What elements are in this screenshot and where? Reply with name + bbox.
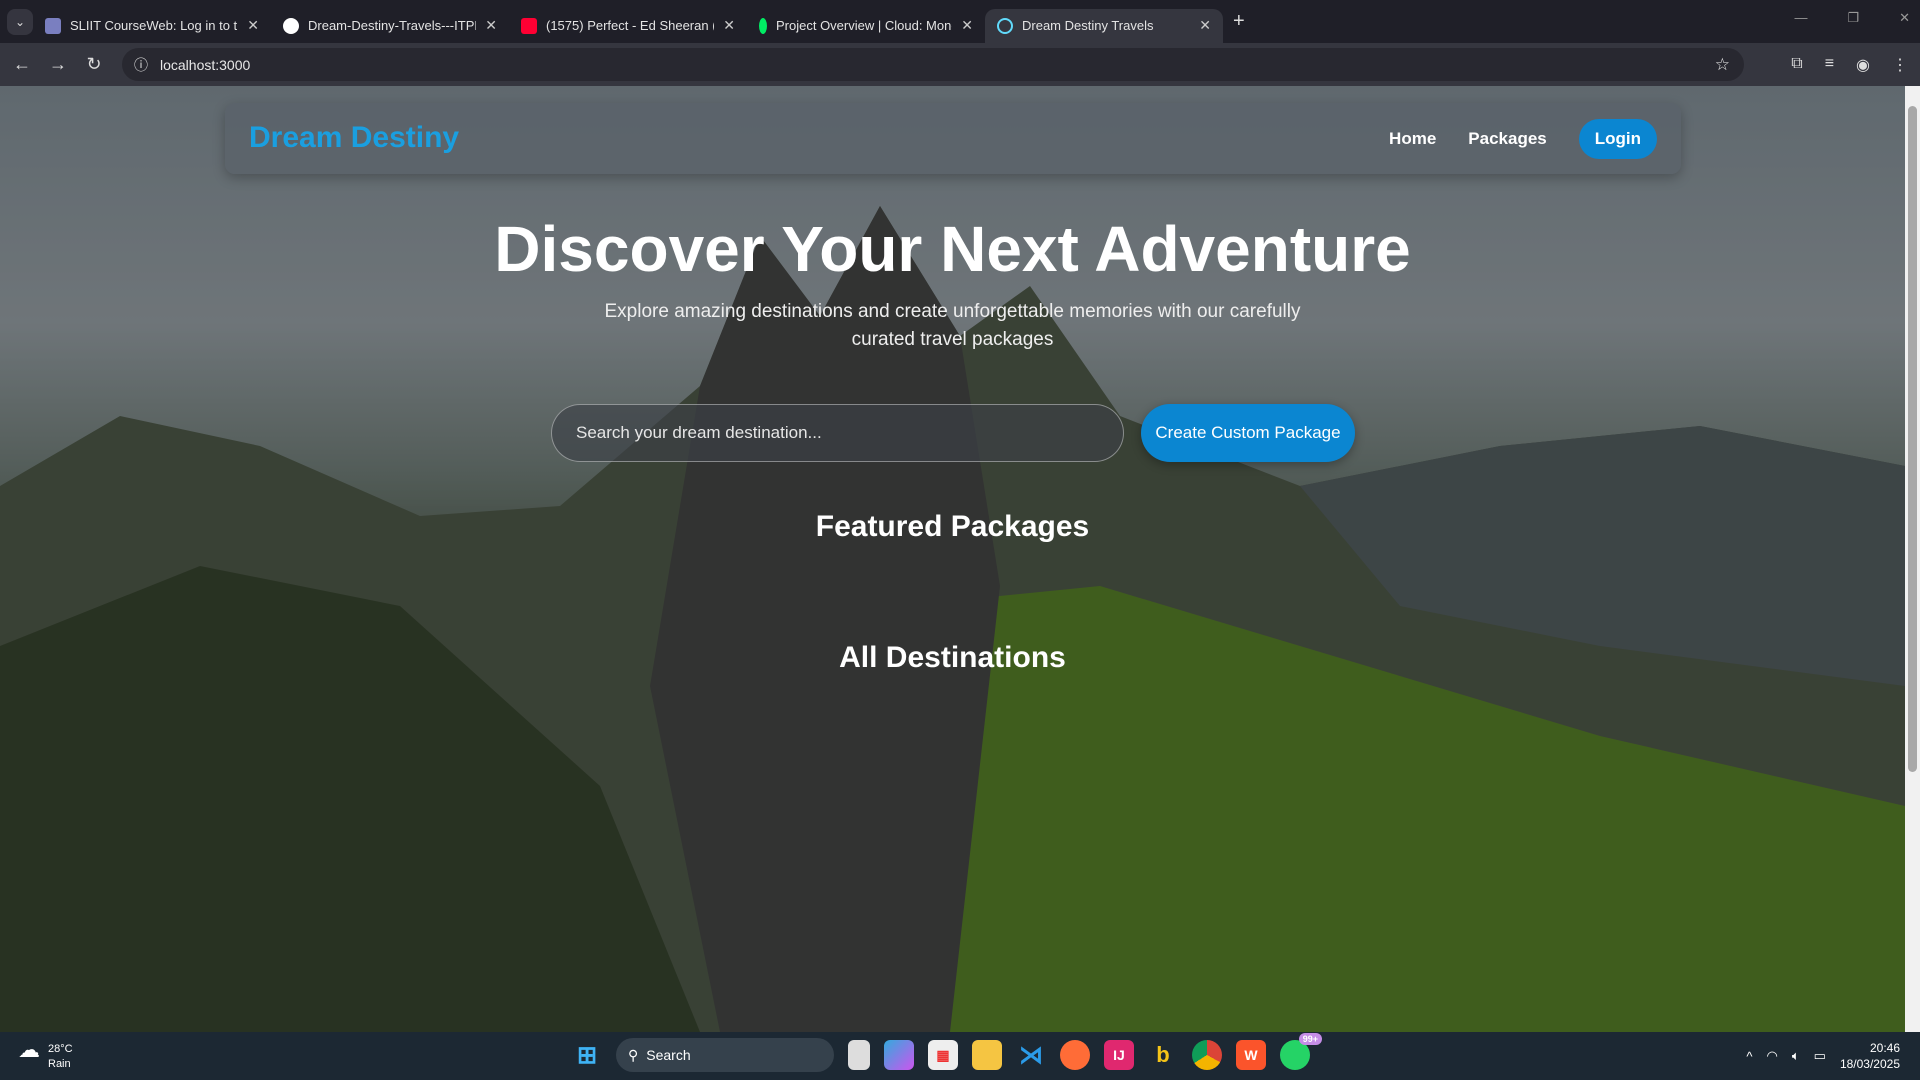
url-text: localhost:3000 — [160, 56, 251, 73]
reload-icon[interactable]: ↻ — [76, 54, 112, 75]
taskbar-search-label: Search — [646, 1047, 691, 1063]
battery-icon[interactable]: ▭ — [1814, 1048, 1826, 1064]
clock[interactable]: 20:46 18/03/2025 — [1840, 1040, 1900, 1072]
back-icon[interactable]: ← — [4, 54, 40, 75]
url-field[interactable]: ⓘ localhost:3000 ☆ — [122, 48, 1744, 81]
site-logo[interactable]: Dream Destiny — [249, 121, 459, 155]
file-explorer-icon[interactable] — [972, 1040, 1002, 1070]
create-custom-package-button[interactable]: Create Custom Package — [1141, 404, 1355, 462]
menu-icon[interactable]: ⋮ — [1892, 55, 1908, 75]
window-close-icon[interactable]: ✕ — [1899, 10, 1910, 26]
wifi-icon[interactable]: ◠ — [1766, 1048, 1777, 1064]
tab-title: Project Overview | Cloud: MongoDB — [776, 18, 952, 33]
intellij-icon[interactable]: IJ — [1104, 1040, 1134, 1070]
featured-packages-heading: Featured Packages — [815, 510, 1090, 543]
close-icon[interactable]: ✕ — [961, 17, 973, 34]
vscode-icon[interactable]: ⋊ — [1016, 1040, 1046, 1070]
volume-icon[interactable]: 🔈︎ — [1792, 1048, 1800, 1064]
tab-sliit[interactable]: SLIIT CourseWeb: Log in to the site ✕ — [33, 9, 271, 43]
media-icon[interactable]: ≡ — [1825, 55, 1834, 75]
tab-youtube[interactable]: (1575) Perfect - Ed Sheeran (Lyrics) ✕ — [509, 9, 747, 43]
whatsapp-icon[interactable]: 99+ — [1280, 1033, 1322, 1070]
tab-title: SLIIT CourseWeb: Log in to the site — [70, 18, 238, 33]
windows-start-icon[interactable]: ⊞ — [572, 1040, 602, 1070]
taskbar-search[interactable]: ⚲ Search — [616, 1038, 834, 1072]
windows-taskbar: ☁ 28°C Rain ⊞ ⚲ Search ▦ ⋊ IJ b W 99+ ^ ◠ 🔈… — [0, 1032, 1920, 1080]
minimize-icon[interactable]: — — [1794, 10, 1807, 26]
sliit-icon — [45, 17, 61, 34]
profile-avatar[interactable]: ◉ — [1856, 55, 1870, 75]
nav-home-link[interactable]: Home — [1389, 129, 1436, 149]
browser-tab-bar: ⌄ SLIIT CourseWeb: Log in to the site ✕ D… — [0, 0, 1920, 43]
hero-subtitle: Explore amazing destinations and create … — [0, 298, 1905, 354]
copilot-icon[interactable] — [884, 1040, 914, 1070]
github-icon — [283, 17, 299, 34]
microsoft-store-icon[interactable]: ▦ — [928, 1040, 958, 1070]
hero-title: Discover Your Next Adventure — [494, 213, 1411, 285]
search-icon: ⚲ — [628, 1046, 639, 1063]
youtube-icon — [521, 17, 537, 34]
page-scrollbar[interactable] — [1905, 86, 1920, 1032]
time: 20:46 — [1869, 1041, 1900, 1055]
rain-cloud-icon: ☁ — [18, 1037, 40, 1062]
bing-icon[interactable]: b — [1148, 1040, 1178, 1070]
tab-github[interactable]: Dream-Destiny-Travels---ITPM/ ✕ — [271, 9, 509, 43]
postman-icon[interactable] — [1060, 1040, 1090, 1070]
new-tab-button[interactable]: + — [1233, 10, 1245, 33]
brave-icon[interactable]: W — [1236, 1040, 1266, 1070]
close-icon[interactable]: ✕ — [723, 17, 735, 34]
react-icon — [997, 17, 1013, 34]
chrome-icon[interactable] — [1192, 1040, 1222, 1070]
page-viewport: Dream Destiny Home Packages Login Discov… — [0, 86, 1905, 1032]
tab-title: Dream-Destiny-Travels---ITPM/ — [308, 18, 477, 33]
close-icon[interactable]: ✕ — [485, 17, 497, 34]
site-header: Dream Destiny Home Packages Login — [225, 103, 1681, 174]
all-destinations-heading: All Destinations — [839, 641, 1066, 674]
nav-packages-link[interactable]: Packages — [1468, 129, 1546, 149]
login-button[interactable]: Login — [1578, 119, 1657, 159]
address-bar-row: ← → ↻ ⓘ localhost:3000 ☆ ⧉ ≡ ◉ ⋮ — [0, 43, 1920, 86]
chevron-up-icon[interactable]: ^ — [1746, 1049, 1752, 1064]
tab-dream-destiny[interactable]: Dream Destiny Travels ✕ — [985, 8, 1223, 43]
weather-widget[interactable]: ☁ 28°C Rain — [18, 1037, 73, 1072]
site-info-icon[interactable]: ⓘ — [134, 55, 148, 75]
bookmark-star-icon[interactable]: ☆ — [1715, 55, 1730, 75]
task-view-icon[interactable] — [848, 1040, 870, 1070]
subtitle-line: curated travel packages — [851, 329, 1054, 350]
notification-badge: 99+ — [1298, 1033, 1322, 1045]
tab-title: Dream Destiny Travels — [1022, 18, 1154, 33]
close-icon[interactable]: ✕ — [1199, 17, 1211, 34]
subtitle-line: Explore amazing destinations and create … — [604, 301, 1301, 322]
weather-temp: 28°C — [48, 1043, 73, 1055]
mongodb-icon — [759, 17, 767, 34]
tab-mongodb[interactable]: Project Overview | Cloud: MongoDB ✕ — [747, 9, 985, 43]
extensions-icon[interactable]: ⧉ — [1791, 55, 1802, 75]
forward-icon[interactable]: → — [40, 54, 76, 75]
restore-icon[interactable]: ❐ — [1847, 10, 1859, 26]
tab-title: (1575) Perfect - Ed Sheeran (Lyrics) — [546, 18, 714, 33]
weather-condition: Rain — [48, 1058, 71, 1070]
close-icon[interactable]: ✕ — [247, 17, 259, 34]
destination-search-input[interactable] — [551, 404, 1124, 462]
tab-search-button[interactable]: ⌄ — [7, 8, 33, 35]
date: 18/03/2025 — [1839, 1057, 1900, 1071]
scrollbar-thumb[interactable] — [1908, 106, 1917, 772]
